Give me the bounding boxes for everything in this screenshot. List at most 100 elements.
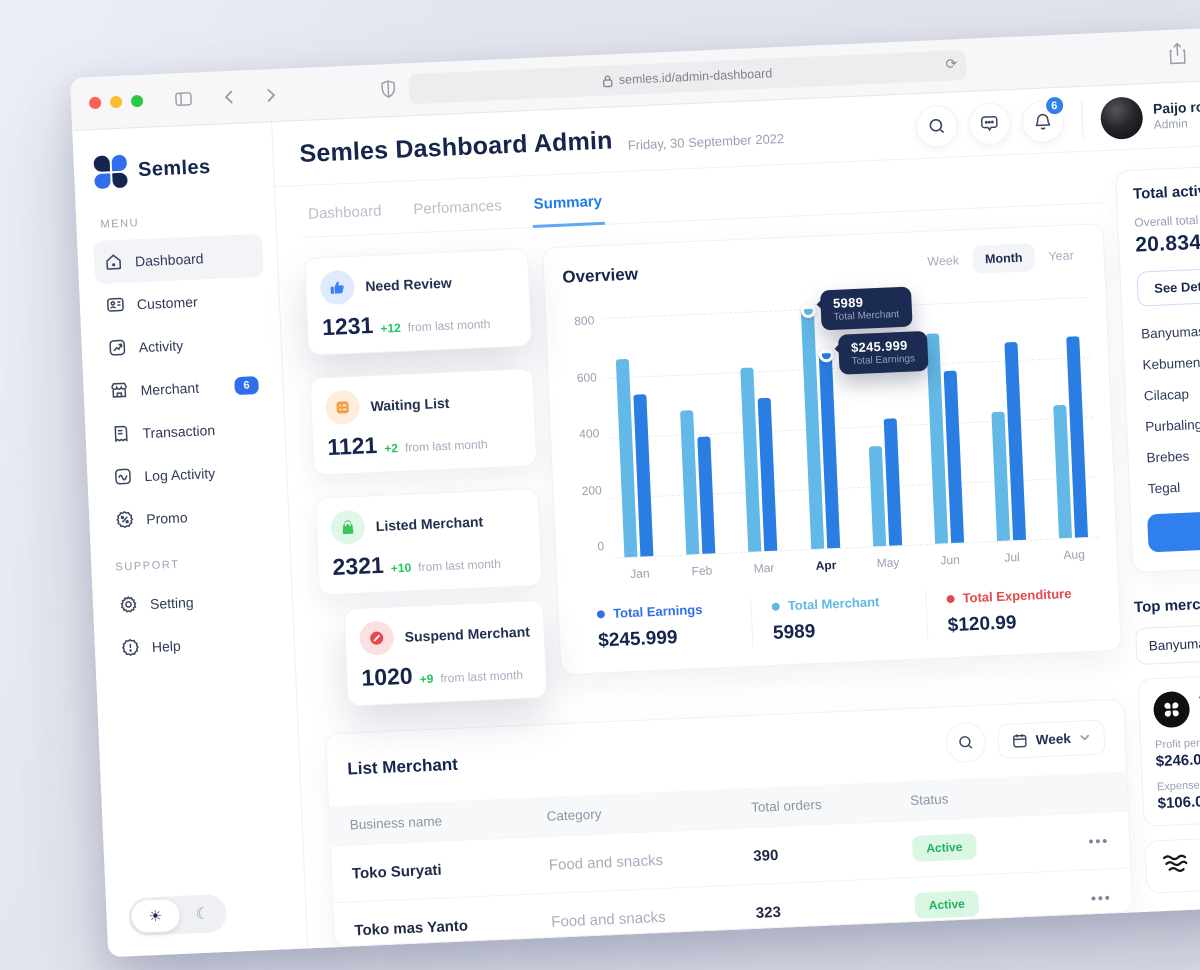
- sidebar-item-label: Help: [152, 637, 181, 654]
- legend-item: Total Earnings$245.999: [577, 598, 753, 656]
- x-tick-label: Aug: [1063, 547, 1085, 562]
- bar-total-merchant[interactable]: [741, 367, 762, 552]
- tab-dashboard[interactable]: Dashboard: [306, 196, 385, 236]
- bar-total-merchant[interactable]: [926, 333, 948, 543]
- browser-window: semles.id/admin-dashboard ⟳ Semles MENU: [70, 28, 1200, 957]
- theme-toggle[interactable]: ☀ ☾: [128, 894, 228, 936]
- notifications-button[interactable]: 6: [1021, 100, 1065, 144]
- status-badge: Active: [912, 833, 977, 862]
- sidebar-item-activity[interactable]: Activity: [97, 320, 268, 370]
- row-menu-icon[interactable]: •••: [1091, 889, 1112, 906]
- storefront-icon: [109, 381, 129, 401]
- moon-icon: ☾: [195, 904, 210, 925]
- column-status: Status: [910, 788, 1032, 808]
- legend-label: Total Merchant: [788, 594, 880, 613]
- sidebar-item-setting[interactable]: Setting: [108, 576, 279, 626]
- table-search-button[interactable]: [945, 722, 987, 764]
- overview-chart-card: Overview Week Month Year 8006004002000: [542, 223, 1122, 675]
- stat-delta: +2: [384, 441, 398, 456]
- stat-label: Waiting List: [370, 395, 449, 414]
- sidebar-item-help[interactable]: Help: [110, 619, 281, 669]
- sidebar-item-log-activity[interactable]: Log Activity: [103, 449, 274, 499]
- cell-total-orders: 323: [755, 897, 915, 921]
- sidebar-item-transaction[interactable]: Transaction: [101, 406, 272, 456]
- sidebar-item-label: Setting: [150, 594, 194, 612]
- sidebar-item-label: Log Activity: [144, 465, 215, 484]
- see-detail-button[interactable]: See Detail: [1136, 266, 1200, 307]
- sidebar-item-label: Activity: [138, 337, 183, 355]
- stat-note: from last month: [440, 668, 523, 686]
- top-merchant-filter-dropdown[interactable]: Banyuma: [1135, 620, 1200, 665]
- privacy-shield-icon[interactable]: [380, 80, 396, 99]
- bar-total-merchant[interactable]: [680, 410, 699, 554]
- minimize-window-button[interactable]: [110, 96, 123, 109]
- bar-total-earnings[interactable]: [634, 394, 654, 556]
- period-month-button[interactable]: Month: [972, 243, 1035, 274]
- y-tick-label: 800: [564, 313, 595, 328]
- bar-total-merchant[interactable]: [868, 445, 885, 546]
- stat-card-need-review[interactable]: Need Review 1231 +12 from last month: [304, 248, 532, 356]
- sidebar-item-customer[interactable]: Customer: [95, 277, 266, 327]
- period-week-button[interactable]: Week: [915, 246, 972, 276]
- cell-business-name: Toko mas Yanto: [354, 913, 552, 939]
- bar-total-earnings[interactable]: [883, 418, 902, 546]
- refresh-icon[interactable]: ⟳: [945, 55, 957, 72]
- stat-card-suspend-merchant[interactable]: Suspend Merchant 1020 +9 from last month: [343, 600, 547, 707]
- light-mode-button[interactable]: ☀: [131, 899, 180, 933]
- sidebar-item-dashboard[interactable]: Dashboard: [93, 234, 264, 284]
- stat-delta: +9: [419, 672, 433, 687]
- bar-total-earnings[interactable]: [758, 398, 778, 551]
- receipt-icon: [111, 424, 131, 444]
- notification-count-badge: 6: [1043, 95, 1065, 117]
- stat-card-waiting-list[interactable]: Waiting List 1121 +2 from last month: [309, 368, 537, 476]
- user-avatar[interactable]: [1099, 96, 1143, 140]
- back-icon[interactable]: [224, 90, 235, 104]
- top-merchant-card[interactable]: To O Profit per $246.0 Expense $106.0: [1137, 670, 1200, 827]
- messages-button[interactable]: [968, 102, 1012, 146]
- bar-group-feb: Feb: [676, 314, 715, 555]
- sidebar-item-promo[interactable]: Promo: [104, 492, 275, 542]
- chart-legend: Total Earnings$245.999Total Merchant5989…: [576, 573, 1102, 668]
- y-tick-label: 0: [574, 539, 605, 554]
- chart-tooltip: 5989Total Merchant: [820, 287, 913, 331]
- bar-total-merchant[interactable]: [991, 412, 1010, 541]
- activity-chart-icon: [107, 338, 127, 358]
- bar-group-apr: Apr5989Total Merchant$245.999Total Earni…: [800, 308, 839, 549]
- row-menu-icon[interactable]: •••: [1088, 832, 1109, 849]
- bar-total-earnings[interactable]: [698, 436, 716, 553]
- region-item[interactable]: Banyumas: [1139, 311, 1200, 350]
- bar-total-merchant[interactable]: [616, 359, 638, 557]
- chart-tooltip: $245.999Total Earnings: [837, 331, 928, 375]
- region-list: BanyumasKebumenCilacapPurbalinggaBrebesT…: [1139, 311, 1200, 505]
- zoom-window-button[interactable]: [131, 95, 144, 108]
- table-period-dropdown[interactable]: Week: [997, 719, 1105, 759]
- legend-item: Total Expenditure$120.99: [925, 583, 1102, 641]
- chart-title: Overview: [562, 264, 638, 287]
- tab-summary[interactable]: Summary: [531, 187, 605, 228]
- bar-total-merchant[interactable]: [800, 309, 823, 549]
- legend-value: $245.999: [598, 625, 733, 653]
- calendar-icon: [1012, 732, 1027, 748]
- panel-primary-button[interactable]: [1147, 506, 1200, 552]
- merchant-logo-icon: [1153, 691, 1191, 729]
- stat-card-listed-merchant[interactable]: Listed Merchant 2321 +10 from last month: [315, 488, 543, 596]
- content-column: Dashboard Perfomances Summary: [275, 151, 1143, 949]
- x-tick-label: May: [876, 555, 899, 570]
- forward-icon[interactable]: [266, 88, 277, 102]
- search-button[interactable]: [915, 104, 959, 148]
- bar-group-jul: Jul: [986, 300, 1025, 541]
- period-year-button[interactable]: Year: [1036, 241, 1086, 271]
- sidebar-toggle-icon[interactable]: [175, 92, 193, 107]
- x-tick-label: Jun: [940, 553, 960, 568]
- sidebar-item-label: Dashboard: [135, 250, 204, 269]
- chart-plot-wrap: 8006004002000 JanFebMarApr5989Total Merc…: [564, 297, 1098, 560]
- next-merchant-card[interactable]: [1144, 831, 1200, 893]
- top-merchant-filter-value: Banyuma: [1148, 636, 1200, 653]
- sidebar-item-merchant[interactable]: Merchant 6: [99, 363, 270, 413]
- tab-perfomances[interactable]: Perfomances: [411, 191, 505, 232]
- chart-plot: JanFebMarApr5989Total Merchant$245.999To…: [604, 297, 1098, 558]
- close-window-button[interactable]: [89, 97, 102, 110]
- period-switcher: Week Month Year: [915, 241, 1087, 276]
- share-icon[interactable]: [1169, 42, 1187, 65]
- dark-mode-button[interactable]: ☾: [178, 894, 227, 934]
